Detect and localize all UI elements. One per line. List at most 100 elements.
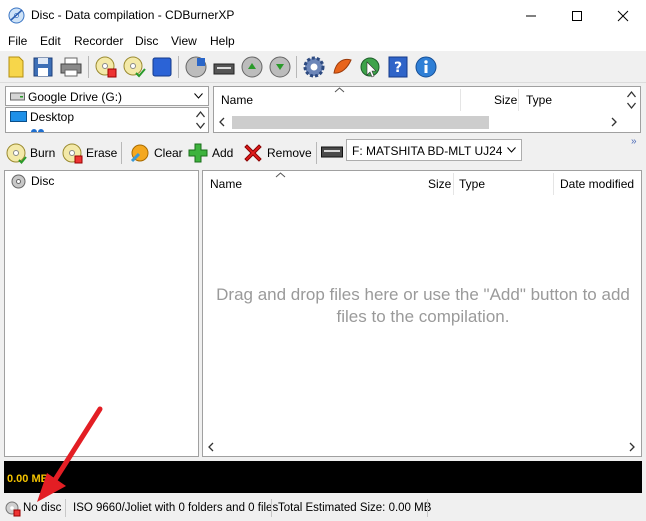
- add-button-label: Add: [212, 146, 234, 160]
- tree-item-disc[interactable]: Disc: [31, 174, 54, 188]
- about-info-icon[interactable]: [414, 55, 438, 79]
- status-bar: No disc ISO 9660/Joliet with 0 folders a…: [0, 496, 646, 521]
- status-divider: [65, 499, 66, 517]
- svg-text:?: ?: [394, 60, 402, 76]
- maximize-icon: [572, 10, 582, 21]
- status-filesystem: ISO 9660/Joliet with 0 folders and 0 fil…: [73, 502, 279, 514]
- toolbar-separator: [121, 142, 122, 164]
- scroll-right-icon[interactable]: [628, 442, 636, 452]
- toolbar-separator: [316, 142, 317, 164]
- load-disc-icon[interactable]: [268, 55, 292, 79]
- cdburnerxp-app-icon: [8, 7, 25, 24]
- menu-file[interactable]: File: [8, 34, 27, 48]
- column-header-date-modified[interactable]: Date modified: [560, 177, 634, 191]
- close-button[interactable]: [600, 0, 646, 31]
- finalize-disc-icon[interactable]: [122, 55, 146, 79]
- column-header-size[interactable]: Size: [494, 93, 517, 107]
- minimize-icon: [526, 15, 536, 16]
- remove-button-label: Remove: [267, 146, 312, 160]
- sort-ascending-icon: [334, 87, 345, 93]
- empty-compilation-hint: Drag and drop files here or use the "Add…: [216, 285, 630, 326]
- close-icon: [617, 10, 629, 21]
- column-header-name[interactable]: Name: [221, 93, 253, 107]
- toolbar-overflow-icon[interactable]: »: [631, 136, 637, 147]
- drive-icon: [10, 92, 25, 101]
- folder-item-desktop[interactable]: Desktop: [30, 110, 74, 124]
- disc-icon: [11, 174, 26, 189]
- chevron-down-icon: [194, 93, 203, 99]
- file-list-scroll-icon[interactable]: [626, 89, 637, 111]
- no-disc-status-icon: [5, 501, 21, 517]
- column-header-type[interactable]: Type: [526, 93, 552, 107]
- scroll-right-icon[interactable]: [610, 117, 618, 127]
- burn-button-label: Burn: [30, 146, 56, 160]
- folder-list-scroll-icon[interactable]: [195, 109, 206, 131]
- plus-icon: [188, 143, 208, 163]
- toolbar-separator: [178, 56, 179, 78]
- column-header-size[interactable]: Size: [428, 177, 451, 191]
- scroll-left-icon[interactable]: [207, 442, 215, 452]
- erase-disc-icon[interactable]: [94, 55, 118, 79]
- title-bar: Disc - Data compilation - CDBurnerXP: [0, 0, 646, 31]
- menu-bar: File Edit Recorder Disc View Help: [0, 31, 646, 51]
- status-disc: No disc: [23, 502, 62, 514]
- toolbar-separator: [88, 56, 89, 78]
- compilation-file-list[interactable]: Name Size Type Date modified Drag and dr…: [202, 170, 642, 457]
- folder-list[interactable]: Desktop: [5, 107, 209, 133]
- chevron-down-icon: [507, 147, 516, 153]
- menu-disc[interactable]: Disc: [135, 34, 158, 48]
- remove-x-icon: [244, 144, 262, 162]
- drive-select[interactable]: Google Drive (G:): [5, 86, 209, 106]
- cloud-icon: [31, 129, 44, 132]
- minimize-button[interactable]: [508, 0, 554, 31]
- print-icon[interactable]: [59, 55, 83, 79]
- column-header-type[interactable]: Type: [459, 177, 485, 191]
- recorder-select-value: F: MATSHITA BD-MLT UJ240A: [352, 144, 502, 158]
- capacity-used-label: 0.00 MB: [7, 473, 49, 485]
- clear-button[interactable]: Clear: [129, 140, 183, 166]
- save-icon[interactable]: [31, 55, 55, 79]
- clear-button-label: Clear: [154, 146, 183, 160]
- burn-disc-icon: [6, 143, 27, 164]
- source-file-list[interactable]: Name Size Type: [213, 86, 641, 133]
- main-toolbar: ?: [0, 51, 646, 83]
- drive-select-value: Google Drive (G:): [28, 90, 123, 104]
- drive-properties-icon[interactable]: [212, 55, 236, 79]
- column-header-name[interactable]: Name: [210, 177, 242, 191]
- column-divider: [518, 89, 519, 111]
- maximize-button[interactable]: [554, 0, 600, 31]
- website-globe-icon[interactable]: [358, 55, 382, 79]
- help-icon[interactable]: ?: [386, 55, 410, 79]
- column-divider: [453, 173, 454, 195]
- disc-tree[interactable]: Disc: [4, 170, 199, 457]
- scroll-left-icon[interactable]: [218, 117, 226, 127]
- source-drive-panel: Google Drive (G:) Desktop: [5, 86, 209, 133]
- status-divider: [271, 499, 272, 517]
- status-divider: [427, 499, 428, 517]
- eject-disc-icon[interactable]: [240, 55, 264, 79]
- toolbar-separator: [296, 56, 297, 78]
- erase-button[interactable]: Erase: [61, 140, 117, 166]
- sort-ascending-icon: [275, 172, 286, 178]
- menu-help[interactable]: Help: [210, 34, 235, 48]
- erase-button-label: Erase: [86, 146, 118, 160]
- new-compilation-icon[interactable]: [4, 55, 28, 79]
- remove-button[interactable]: Remove: [242, 140, 312, 166]
- donate-icon[interactable]: [330, 55, 354, 79]
- clear-icon: [130, 144, 149, 163]
- menu-edit[interactable]: Edit: [40, 34, 61, 48]
- options-gear-icon[interactable]: [302, 55, 326, 79]
- drive-info-icon[interactable]: [184, 55, 208, 79]
- menu-recorder[interactable]: Recorder: [74, 34, 123, 48]
- disc-info-icon[interactable]: [150, 55, 174, 79]
- recorder-select[interactable]: F: MATSHITA BD-MLT UJ240A: [346, 139, 522, 161]
- menu-view[interactable]: View: [171, 34, 197, 48]
- burn-button[interactable]: Burn: [5, 140, 55, 166]
- column-divider: [460, 89, 461, 111]
- desktop-icon: [10, 111, 27, 122]
- horizontal-scroll-thumb[interactable]: [232, 116, 489, 129]
- compilation-toolbar: Burn Erase Clear Add Remove »: [0, 136, 646, 168]
- disc-capacity-bar: 0.00 MB: [4, 461, 642, 493]
- status-estimated-size: Total Estimated Size: 0.00 MB: [278, 502, 432, 514]
- add-button[interactable]: Add: [187, 140, 233, 166]
